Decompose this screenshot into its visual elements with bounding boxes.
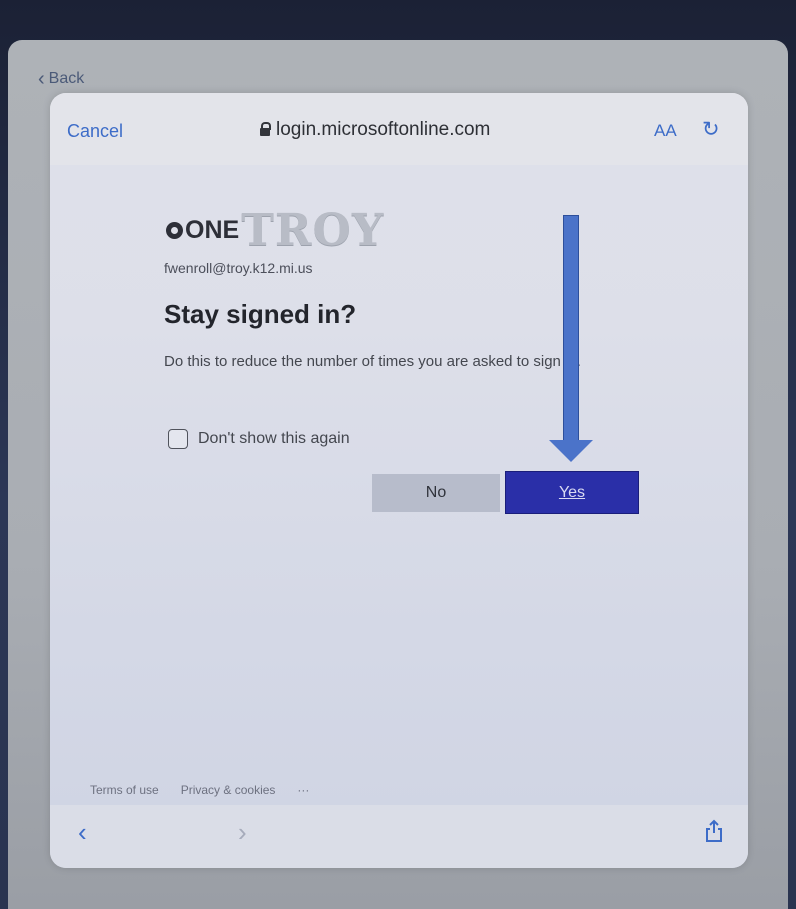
logo-circle-icon xyxy=(166,222,183,239)
onetroy-logo: ONE TROY xyxy=(166,205,384,256)
annotation-arrow-shaft xyxy=(563,215,579,443)
browser-bottom-bar: ‹ › xyxy=(50,805,748,868)
dont-show-again-checkbox[interactable]: Don't show this again xyxy=(168,429,350,449)
yes-button[interactable]: Yes xyxy=(505,471,639,514)
address-bar[interactable]: login.microsoftonline.com xyxy=(260,119,490,141)
back-label: Back xyxy=(48,70,85,87)
cancel-button[interactable]: Cancel xyxy=(67,121,123,142)
terms-link[interactable]: Terms of use xyxy=(90,783,159,797)
text-size-button[interactable]: AA xyxy=(654,121,677,141)
nav-back-icon[interactable]: ‹ xyxy=(78,817,87,848)
annotation-arrow-head-icon xyxy=(549,440,593,462)
browser-sheet: Cancel login.microsoftonline.com AA ↻ ON… xyxy=(50,93,748,868)
page-title: Stay signed in? xyxy=(164,299,357,329)
logo-one-text: ONE xyxy=(185,216,240,244)
more-options-button[interactable]: ··· xyxy=(297,783,309,797)
logo-troy-text: TROY xyxy=(241,205,385,256)
lock-icon xyxy=(260,122,271,136)
account-email: fwenroll@troy.k12.mi.us xyxy=(164,260,313,276)
checkbox-label: Don't show this again xyxy=(198,430,350,447)
checkbox-box[interactable] xyxy=(168,429,188,449)
back-link[interactable]: ‹ Back xyxy=(38,68,85,90)
page-footer: Terms of use Privacy & cookies ··· xyxy=(90,783,309,797)
url-text: login.microsoftonline.com xyxy=(276,119,491,140)
share-icon[interactable] xyxy=(704,819,724,843)
text-size-label: AA xyxy=(654,121,677,140)
privacy-link[interactable]: Privacy & cookies xyxy=(181,783,276,797)
browser-top-bar: Cancel login.microsoftonline.com AA ↻ xyxy=(50,93,748,165)
reload-icon[interactable]: ↻ xyxy=(702,117,720,142)
chevron-left-icon: ‹ xyxy=(38,68,45,90)
no-button[interactable]: No xyxy=(372,474,500,512)
nav-forward-icon[interactable]: › xyxy=(238,817,247,848)
